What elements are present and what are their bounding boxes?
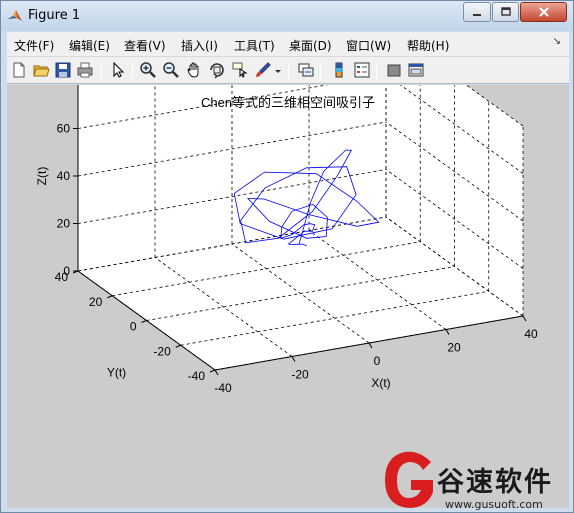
title-bar[interactable]: Figure 1 (1, 1, 573, 31)
watermark-logo (385, 451, 433, 508)
y-tick (175, 344, 181, 348)
chen-attractor-3d-plot[interactable]: -40-2002040-40-2002040020406080X(t)Y(t)Z… (7, 85, 569, 508)
toolbar-separator (288, 62, 289, 79)
figure-window: Figure 1 文件(F) 编辑(E) 查看(V) 插入(I) 工具(T) 桌… (0, 0, 574, 513)
z-tick-label: 60 (57, 122, 71, 136)
menu-file[interactable]: 文件(F) (14, 37, 54, 54)
print-icon[interactable] (76, 61, 94, 79)
x-tick-label: -20 (291, 368, 309, 382)
maximize-icon (500, 7, 511, 16)
y-axis-label: Y(t) (107, 366, 126, 380)
z-tick-label: 20 (57, 217, 71, 231)
toolbar-separator (376, 62, 377, 79)
zoom-out-icon[interactable] (162, 61, 180, 79)
legend-icon[interactable] (353, 61, 371, 79)
watermark: 谷速软件 www.gusuoft.com (379, 448, 574, 513)
link-plot-icon[interactable] (297, 61, 315, 79)
window-title: Figure 1 (28, 8, 81, 23)
minimize-button[interactable] (463, 2, 491, 22)
brush-icon[interactable] (254, 61, 272, 79)
x-tick-label: 20 (447, 341, 461, 355)
open-file-icon[interactable] (32, 61, 50, 79)
z-axis-label: Z(t) (35, 167, 49, 186)
y-tick (209, 369, 216, 373)
toolbar-separator (132, 62, 133, 79)
brush-dropdown-icon[interactable] (274, 61, 282, 79)
menu-bar: 文件(F) 编辑(E) 查看(V) 插入(I) 工具(T) 桌面(D) 窗口(W… (7, 32, 569, 56)
menu-insert[interactable]: 插入(I) (181, 37, 218, 54)
x-tick (214, 369, 219, 376)
z-tick-label: 80 (57, 85, 71, 88)
x-tick-label: 0 (374, 354, 381, 368)
zoom-in-icon[interactable] (139, 61, 157, 79)
colorbar-icon[interactable] (330, 61, 348, 79)
y-tick (141, 320, 147, 323)
menu-help[interactable]: 帮助(H) (407, 37, 449, 54)
new-figure-icon[interactable] (10, 61, 28, 79)
watermark-text: 谷速软件 (437, 467, 553, 498)
watermark-url: www.gusuoft.com (445, 498, 543, 511)
edit-plot-arrow-icon[interactable] (109, 61, 127, 79)
y-tick-label: 20 (89, 295, 103, 309)
matlab-logo-icon (7, 8, 23, 24)
toolbar-separator (320, 62, 321, 79)
menu-window[interactable]: 窗口(W) (346, 37, 391, 54)
z-tick-label: 0 (63, 264, 70, 278)
z-tick-label: 40 (57, 169, 71, 183)
figure-toolbar (7, 56, 569, 84)
y-tick-label: 0 (130, 320, 137, 334)
maximize-button[interactable] (492, 2, 519, 22)
x-tick-label: -40 (214, 381, 232, 395)
menu-edit[interactable]: 编辑(E) (69, 37, 110, 54)
dock-arrow-icon[interactable]: ↘ (553, 36, 561, 47)
x-axis-label: X(t) (371, 376, 390, 390)
data-cursor-icon[interactable] (231, 61, 249, 79)
menu-view[interactable]: 查看(V) (124, 37, 166, 54)
plot-title: Chen等式的三维相空间吸引子 (201, 95, 375, 110)
x-tick-label: 40 (524, 327, 538, 341)
hide-plot-tools-icon[interactable] (385, 61, 403, 79)
toolbar-separator (101, 62, 102, 79)
y-tick-label: -20 (153, 344, 171, 358)
show-plot-tools-icon[interactable] (407, 61, 425, 79)
y-tick-label: -40 (188, 369, 206, 383)
close-icon (538, 7, 549, 17)
minimize-icon (473, 14, 481, 16)
x-tick (291, 356, 296, 362)
close-button[interactable] (520, 2, 567, 22)
menu-tools[interactable]: 工具(T) (234, 37, 275, 54)
x-tick (522, 315, 527, 322)
pan-hand-icon[interactable] (185, 61, 203, 79)
save-icon[interactable] (54, 61, 72, 79)
menu-desktop[interactable]: 桌面(D) (289, 37, 332, 54)
figure-canvas[interactable]: -40-2002040-40-2002040020406080X(t)Y(t)Z… (7, 85, 569, 508)
x-tick (445, 329, 450, 335)
rotate-3d-icon[interactable] (208, 61, 226, 79)
y-tick (107, 295, 113, 299)
x-tick (368, 342, 373, 349)
